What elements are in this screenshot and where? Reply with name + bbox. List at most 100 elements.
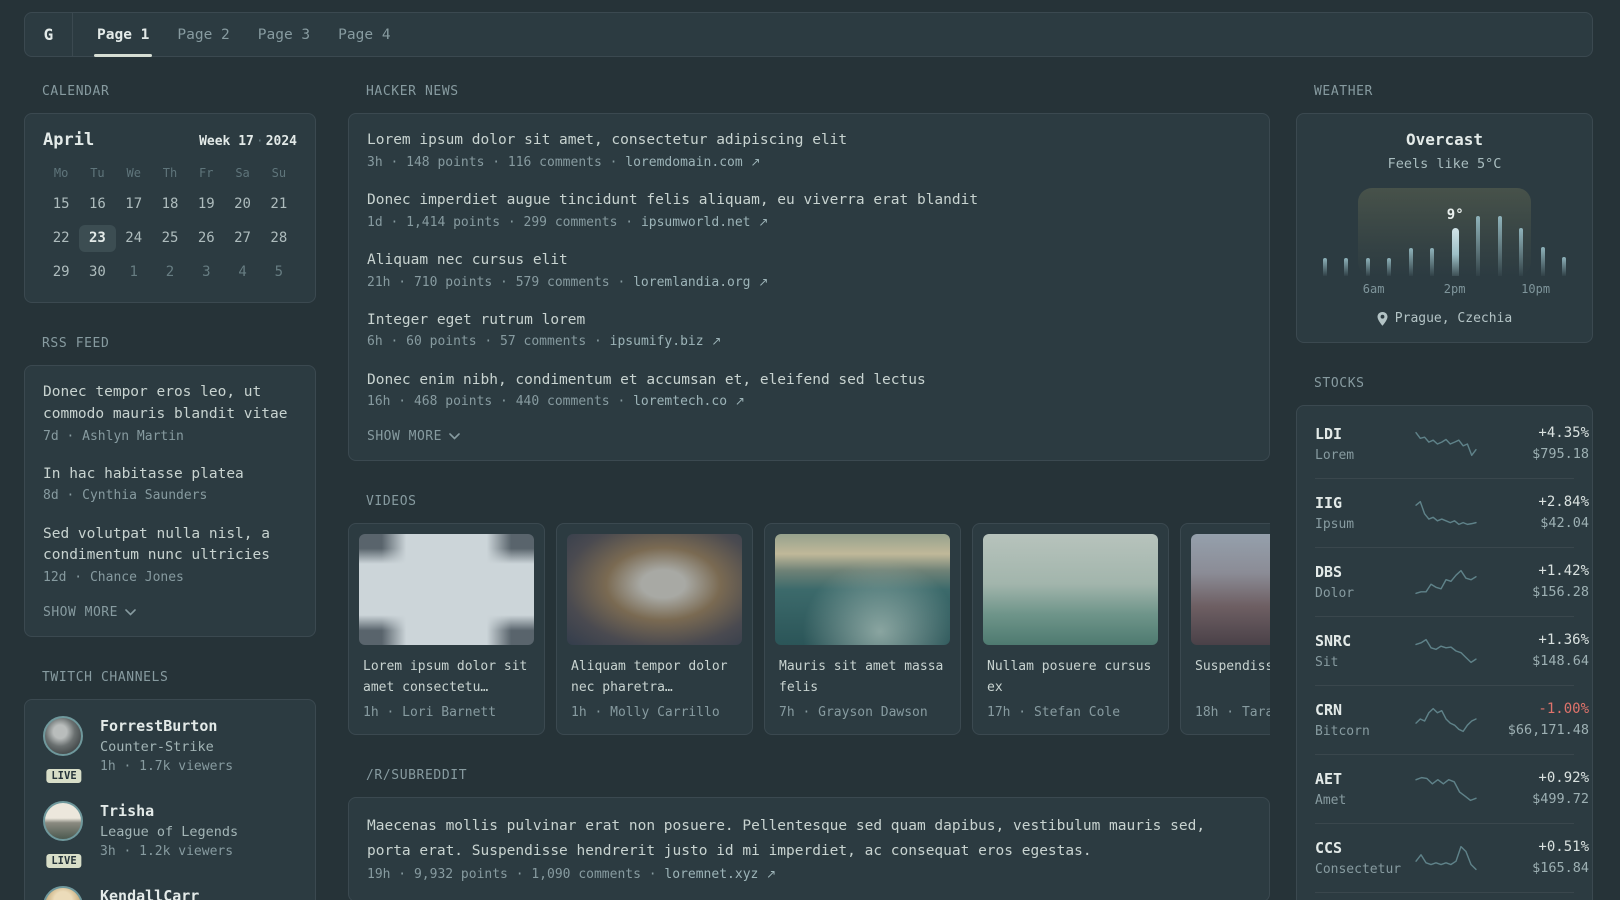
tab-page-1[interactable]: Page 1 xyxy=(94,13,153,57)
tab-page-2[interactable]: Page 2 xyxy=(174,13,232,56)
stocks-section-title: STOCKS xyxy=(1314,376,1365,391)
weather-condition: Overcast xyxy=(1405,130,1484,149)
main-columns: CALENDAR April Week 17 · 2024 Mo Tu We Th … xyxy=(24,84,1593,900)
twitch-channel-name[interactable]: KendallCarr xyxy=(100,886,199,900)
twitch-channel-row[interactable]: LIVE Trisha League of Legends 3h · 1.2k … xyxy=(43,800,297,870)
external-link-icon: ↗ xyxy=(750,154,761,169)
external-link-icon: ↗ xyxy=(711,334,722,349)
weekday-label: Tu xyxy=(90,166,105,180)
tab-page-4[interactable]: Page 4 xyxy=(335,13,393,56)
rss-show-more-button[interactable]: SHOW MORE xyxy=(43,605,297,620)
tab-page-3[interactable]: Page 3 xyxy=(255,13,313,56)
video-thumbnail[interactable] xyxy=(983,534,1158,646)
hackernews-item-title[interactable]: Donec enim nibh, condimentum et accumsan… xyxy=(367,370,1251,392)
video-thumbnail[interactable] xyxy=(359,534,534,646)
weather-bar-current: 9° xyxy=(1447,207,1464,276)
video-card[interactable]: Lorem ipsum dolor sit amet consectetu… 1… xyxy=(348,523,545,736)
video-card[interactable]: Suspendisse diam 18h · Tara xyxy=(1180,523,1270,736)
subreddit-post-title[interactable]: Maecenas mollis pulvinar erat non posuer… xyxy=(367,814,1251,863)
hackernews-item-title[interactable]: Lorem ipsum dolor sit amet, consectetur … xyxy=(367,130,1251,152)
rss-item: Sed volutpat nulla nisl, a condimentum n… xyxy=(43,524,297,589)
video-meta: 7h · Grayson Dawson xyxy=(779,705,928,721)
video-card[interactable]: Nullam posuere cursus ex 17h · Stefan Co… xyxy=(972,523,1169,736)
stock-row[interactable]: LDI Lorem +4.35% $795.18 xyxy=(1315,410,1589,478)
calendar-day: 24 xyxy=(125,230,143,246)
chevron-down-icon xyxy=(125,609,136,616)
video-title[interactable]: Mauris sit amet massa felis xyxy=(779,657,946,699)
calendar-day: 27 xyxy=(234,230,251,246)
stock-change: +1.42% xyxy=(1538,563,1589,580)
subreddit-card: Maecenas mollis pulvinar erat non posuer… xyxy=(348,797,1270,900)
hackernews-item-title[interactable]: Integer eget rutrum lorem xyxy=(367,310,1251,332)
calendar-week-year: Week 17 · 2024 xyxy=(199,134,297,149)
hackernews-item-domain[interactable]: ipsumify.biz xyxy=(610,334,704,349)
stock-sparkline xyxy=(1415,430,1477,458)
video-thumbnail[interactable] xyxy=(1191,534,1270,646)
hackernews-item-stats: 3h · 148 points · 116 comments · xyxy=(367,154,626,170)
location-pin-icon xyxy=(1377,311,1388,326)
rss-item-title[interactable]: Sed volutpat nulla nisl, a condimentum n… xyxy=(43,524,297,568)
weekday-label: Mo xyxy=(53,166,69,180)
videos-row: Lorem ipsum dolor sit amet consectetu… 1… xyxy=(348,523,1270,736)
video-thumbnail[interactable] xyxy=(775,534,950,646)
twitch-channel-meta: 1h · 1.7k viewers xyxy=(100,759,234,775)
stock-price: $148.64 xyxy=(1532,653,1589,670)
stock-row[interactable]: IIG Ipsum +2.84% $42.04 xyxy=(1315,478,1589,547)
video-card[interactable]: Mauris sit amet massa felis 7h · Grayson… xyxy=(764,523,961,736)
weather-bar xyxy=(1365,258,1370,276)
stock-name: Sit xyxy=(1315,654,1339,670)
stock-change: +1.36% xyxy=(1538,632,1589,649)
twitch-channel-name[interactable]: Trisha xyxy=(100,801,238,822)
subreddit-section-title: /R/SUBREDDIT xyxy=(366,768,468,784)
hackernews-item-domain[interactable]: loremtech.co xyxy=(633,394,727,409)
stock-row[interactable]: DBS Dolor +1.42% $156.28 xyxy=(1315,547,1589,616)
hackernews-item-title[interactable]: Aliquam nec cursus elit xyxy=(367,250,1251,272)
video-title[interactable]: Nullam posuere cursus ex xyxy=(987,657,1154,699)
video-title[interactable]: Aliquam tempor dolor nec pharetra… xyxy=(571,657,738,699)
stock-change: +4.35% xyxy=(1538,425,1589,442)
rss-item-title[interactable]: Donec tempor eros leo, ut commodo mauris… xyxy=(43,382,297,426)
subreddit-post-domain[interactable]: loremnet.xyz xyxy=(664,867,758,882)
hackernews-item-domain[interactable]: loremdomain.com xyxy=(625,155,742,170)
video-title[interactable]: Suspendisse diam xyxy=(1195,657,1270,699)
app-logo[interactable]: G xyxy=(25,13,73,56)
hackernews-item-meta: 6h · 60 points · 57 comments · ipsumify.… xyxy=(367,332,1251,352)
weekday-label: We xyxy=(126,166,141,180)
weather-location-label: Prague, Czechia xyxy=(1394,311,1513,326)
hackernews-item-title[interactable]: Donec imperdiet augue tincidunt felis al… xyxy=(367,190,1251,212)
video-thumbnail[interactable] xyxy=(567,534,742,646)
twitch-channel-name[interactable]: ForrestBurton xyxy=(100,716,233,737)
rss-section-title: RSS FEED xyxy=(42,336,110,351)
calendar-day-next-month: 3 xyxy=(202,264,211,280)
stock-change: -1.00% xyxy=(1538,701,1589,718)
stock-row[interactable]: CRN Bitcorn -1.00% $66,171.48 xyxy=(1315,685,1589,754)
stock-row[interactable]: AET Amet +0.92% $499.72 xyxy=(1315,754,1589,823)
video-title[interactable]: Lorem ipsum dolor sit amet consectetu… xyxy=(363,657,530,699)
calendar-day: 21 xyxy=(270,196,288,212)
twitch-section: TWITCH CHANNELS LIVE ForrestBurton Count… xyxy=(24,670,316,900)
stock-row[interactable]: CCS Consectetur +0.51% $165.84 xyxy=(1315,823,1589,892)
stock-row[interactable]: SNRC Sit +1.36% $148.64 xyxy=(1315,616,1589,685)
external-link-icon: ↗ xyxy=(758,214,769,229)
weather-bar xyxy=(1323,258,1327,276)
twitch-channel-row[interactable]: LIVE ForrestBurton Counter-Strike 1h · 1… xyxy=(43,716,297,785)
videos-section-title: VIDEOS xyxy=(366,494,417,510)
stock-row[interactable]: AHS +0.46% xyxy=(1315,892,1574,900)
weather-bar xyxy=(1497,216,1502,276)
video-card[interactable]: Aliquam tempor dolor nec pharetra… 1h · … xyxy=(556,523,753,736)
rss-item-title[interactable]: In hac habitasse platea xyxy=(43,464,297,486)
stocks-section: STOCKS LDI Lorem +4.35% $795.18 IIG Ipsum +… xyxy=(1296,376,1593,900)
hackernews-item-domain[interactable]: loremlandia.org xyxy=(633,275,750,290)
stock-price: $795.18 xyxy=(1532,446,1589,463)
stock-price: $42.04 xyxy=(1540,515,1589,532)
avatar xyxy=(43,800,83,841)
calendar-grid: Mo Tu We Th Fr Sa Su 15 16 17 18 19 20 2… xyxy=(43,166,297,286)
hackernews-item-domain[interactable]: ipsumworld.net xyxy=(641,215,751,230)
hackernews-show-more-button[interactable]: SHOW MORE xyxy=(367,429,1251,444)
hackernews-item: Aliquam nec cursus elit 21h · 710 points… xyxy=(367,250,1251,293)
weather-current-temp: 9° xyxy=(1446,207,1464,223)
weather-location: Prague, Czechia xyxy=(1315,311,1574,326)
twitch-channel-row[interactable]: KendallCarr xyxy=(43,885,297,900)
stock-name: Ipsum xyxy=(1315,516,1355,532)
avatar xyxy=(43,716,83,757)
